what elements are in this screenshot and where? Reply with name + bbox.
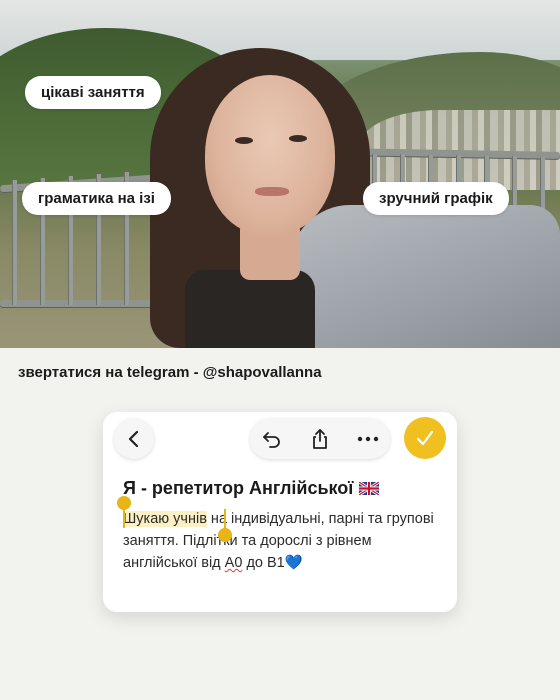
undo-icon: [263, 432, 280, 448]
profile-photo: цікаві заняття граматика на ізі зручний …: [0, 0, 560, 348]
tag-convenient-schedule: зручний графік: [363, 182, 509, 215]
selected-text: Шукаю учнів: [123, 511, 207, 527]
notes-card: Я - репетитор Англійської Шукаю учнів на…: [103, 412, 457, 612]
note-title[interactable]: Я - репетитор Англійської: [123, 478, 380, 499]
undo-button[interactable]: [252, 419, 292, 459]
dark-top: [185, 270, 315, 348]
body-text-2: до В1: [242, 555, 285, 571]
spellcheck-word: А0: [224, 555, 243, 571]
more-button[interactable]: [348, 419, 388, 459]
note-title-text: Я - репетитор Англійської: [123, 478, 354, 498]
ellipsis-icon: [357, 436, 379, 442]
back-button[interactable]: [114, 419, 154, 459]
chevron-left-icon: [128, 430, 139, 448]
face: [205, 75, 335, 235]
blue-heart-emoji: 💙: [284, 555, 303, 571]
selection-handle-end[interactable]: [218, 528, 232, 542]
tag-easy-grammar: граматика на ізі: [22, 182, 171, 215]
share-button[interactable]: [300, 419, 340, 459]
tag-interesting-lessons: цікаві заняття: [25, 76, 161, 109]
contact-text: звертатися на telegram - @shapovallanna: [18, 364, 322, 381]
uk-flag-icon: [359, 482, 380, 495]
checkmark-icon: [416, 430, 434, 446]
selection-handle-start-line: [123, 508, 125, 528]
note-body[interactable]: Шукаю учнів на індивідуальні, парні та г…: [123, 508, 443, 574]
share-icon: [313, 429, 327, 449]
hoodie: [290, 205, 560, 348]
done-button[interactable]: [404, 417, 446, 459]
toolbar-actions: [250, 419, 390, 459]
